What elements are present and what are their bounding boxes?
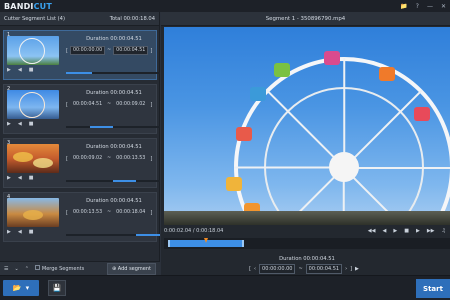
segment-range-bar [66, 234, 160, 236]
prev-frame-icon[interactable]: ‹ [254, 266, 256, 272]
end-time-field[interactable]: 00:00:04.51 [305, 264, 343, 274]
bracket-start-icon[interactable]: [ [66, 48, 68, 54]
play-icon[interactable]: ▶ [393, 228, 397, 234]
range-separator: ~ [107, 156, 112, 161]
bracket-end-icon[interactable]: ] [150, 210, 152, 216]
segment-thumbnail [7, 198, 59, 227]
trash-icon[interactable]: ■ [29, 175, 34, 181]
play-segment-icon[interactable]: ▶ [355, 266, 359, 272]
bracket-end-icon[interactable]: ] [150, 48, 152, 54]
bracket-start-icon[interactable]: [ [66, 210, 68, 216]
bracket-start-icon[interactable]: [ [66, 102, 68, 108]
folder-open-icon: 📂 [12, 284, 22, 292]
fast-forward-icon[interactable]: ▶▶ [427, 228, 435, 234]
preview-title: Segment 1 - 350896790.mp4 [161, 12, 450, 26]
bracket-end-icon[interactable]: ] [150, 102, 152, 108]
end-time-field[interactable]: 00:00:18.04 [113, 208, 148, 217]
bandicut-window: BANDICUT 📁 ? — ✕ Cutter Segment List (4)… [0, 0, 450, 300]
rewind-icon[interactable]: ◀ [18, 121, 22, 127]
stop-icon[interactable]: ■ [404, 228, 409, 234]
start-time-field[interactable]: 00:00:00.00 [69, 46, 106, 55]
total-duration: Total 00:00:18.04 [109, 15, 155, 22]
save-icon: 💾 [52, 284, 62, 292]
bracket-end-icon[interactable]: ] [150, 156, 152, 162]
segment-list-footer: ☰ ⌄ ⌃ Merge Segments ⊕ Add segment [0, 261, 160, 275]
close-icon[interactable]: ✕ [441, 3, 446, 10]
end-time-field[interactable]: 00:00:13.53 [113, 154, 148, 163]
step-forward-icon[interactable]: ▶ [416, 228, 420, 234]
save-project-button[interactable]: 💾 [48, 280, 66, 296]
timeline-track[interactable] [164, 238, 450, 249]
segment-item-3[interactable]: 3 ▶ ◀ ■ Duration 00:00:04.51 [ 00:00:09.… [3, 138, 160, 188]
segment-thumbnail [7, 90, 59, 119]
segment-duration-label: Duration 00:00:04.51 [279, 256, 335, 262]
start-time-field[interactable]: 00:00:13.53 [70, 208, 105, 217]
rewind-icon[interactable]: ◀ [18, 229, 22, 235]
volume-icon[interactable]: ♫ [442, 228, 446, 234]
range-separator: ~ [298, 266, 303, 272]
segment-duration: Duration 00:00:04.51 [86, 198, 142, 204]
segment-duration: Duration 00:00:04.51 [86, 90, 142, 96]
preview-panel: Segment 1 - 350896790.mp4 0:00:02.04 / 0… [161, 12, 450, 275]
add-segment-button[interactable]: ⊕ Add segment [107, 262, 156, 275]
range-separator: ~ [107, 102, 112, 107]
video-preview[interactable] [164, 27, 450, 225]
segment-list: 1 ▶ ◀ ■ Duration 00:00:04.51 [ 00:00:00.… [0, 26, 160, 242]
playback-bar: 0:00:02.04 / 0:00:18.04 ◀◀ ◀ ▶ ■ ▶ ▶▶ ♫ [164, 226, 450, 236]
play-icon[interactable]: ▶ [7, 67, 11, 73]
bottom-bar: 📂 ▾ 💾 Start [0, 275, 450, 300]
segment-list-panel: Cutter Segment List (4) Total 00:00:18.0… [0, 12, 160, 275]
title-bar: BANDICUT 📁 ? — ✕ [0, 0, 450, 12]
segment-thumbnail [7, 144, 59, 173]
segment-range-bar [66, 180, 160, 182]
set-start-icon[interactable]: [ [249, 266, 251, 272]
segment-item-1[interactable]: 1 ▶ ◀ ■ Duration 00:00:04.51 [ 00:00:00.… [3, 30, 160, 80]
chevron-down-icon: ▾ [25, 284, 30, 292]
range-separator: ~ [107, 210, 112, 215]
question-icon[interactable]: ? [416, 3, 419, 10]
minimize-icon[interactable]: — [427, 3, 433, 10]
rewind-icon[interactable]: ◀ [18, 175, 22, 181]
trash-icon[interactable]: ■ [29, 121, 34, 127]
segment-thumbnail [7, 36, 59, 65]
trash-icon[interactable]: ■ [29, 229, 34, 235]
next-frame-icon[interactable]: › [345, 266, 347, 272]
start-time-field[interactable]: 00:00:00.00 [259, 264, 296, 274]
segment-range-bar [66, 126, 160, 128]
app-logo: BANDICUT [4, 1, 53, 11]
play-icon[interactable]: ▶ [7, 175, 11, 181]
end-time-field[interactable]: 00:00:09.02 [113, 100, 148, 109]
folder-icon[interactable]: 📁 [400, 3, 407, 10]
open-file-button[interactable]: 📂 ▾ [3, 280, 39, 296]
start-button[interactable]: Start [416, 279, 450, 298]
segment-time-range: [ ‹ 00:00:00.00 ~ 00:00:04.51 › ] ▶ [161, 264, 447, 274]
range-separator: ~ [107, 48, 112, 53]
segment-duration: Duration 00:00:04.51 [86, 144, 142, 150]
start-time-field[interactable]: 00:00:09.02 [70, 154, 105, 163]
start-time-field[interactable]: 00:00:04.51 [70, 100, 105, 109]
time-display: 0:00:02.04 / 0:00:18.04 [164, 228, 224, 234]
chevron-down-icon[interactable]: ⌄ [14, 266, 18, 272]
chevron-up-icon[interactable]: ⌃ [25, 266, 29, 272]
play-icon[interactable]: ▶ [7, 229, 11, 235]
segment-item-2[interactable]: 2 ▶ ◀ ■ Duration 00:00:04.51 [ 00:00:04.… [3, 84, 160, 134]
bracket-start-icon[interactable]: [ [66, 156, 68, 162]
segment-duration: Duration 00:00:04.51 [86, 36, 142, 42]
play-icon[interactable]: ▶ [7, 121, 11, 127]
segment-range-bar [66, 72, 160, 74]
merge-segments-checkbox[interactable]: Merge Segments [34, 265, 84, 272]
segment-item-4[interactable]: 4 ▶ ◀ ■ Duration 00:00:04.51 [ 00:00:13.… [3, 192, 160, 242]
step-back-icon[interactable]: ◀ [383, 228, 387, 234]
rewind-icon[interactable]: ◀◀ [368, 228, 376, 234]
segment-list-header: Cutter Segment List (4) Total 00:00:18.0… [0, 12, 159, 26]
end-time-field[interactable]: 00:00:04.51 [113, 46, 149, 55]
set-end-icon[interactable]: ] [350, 266, 352, 272]
rewind-icon[interactable]: ◀ [18, 67, 22, 73]
list-view-icon[interactable]: ☰ [4, 266, 8, 272]
trash-icon[interactable]: ■ [29, 67, 34, 73]
segment-list-title: Cutter Segment List (4) [4, 15, 66, 22]
